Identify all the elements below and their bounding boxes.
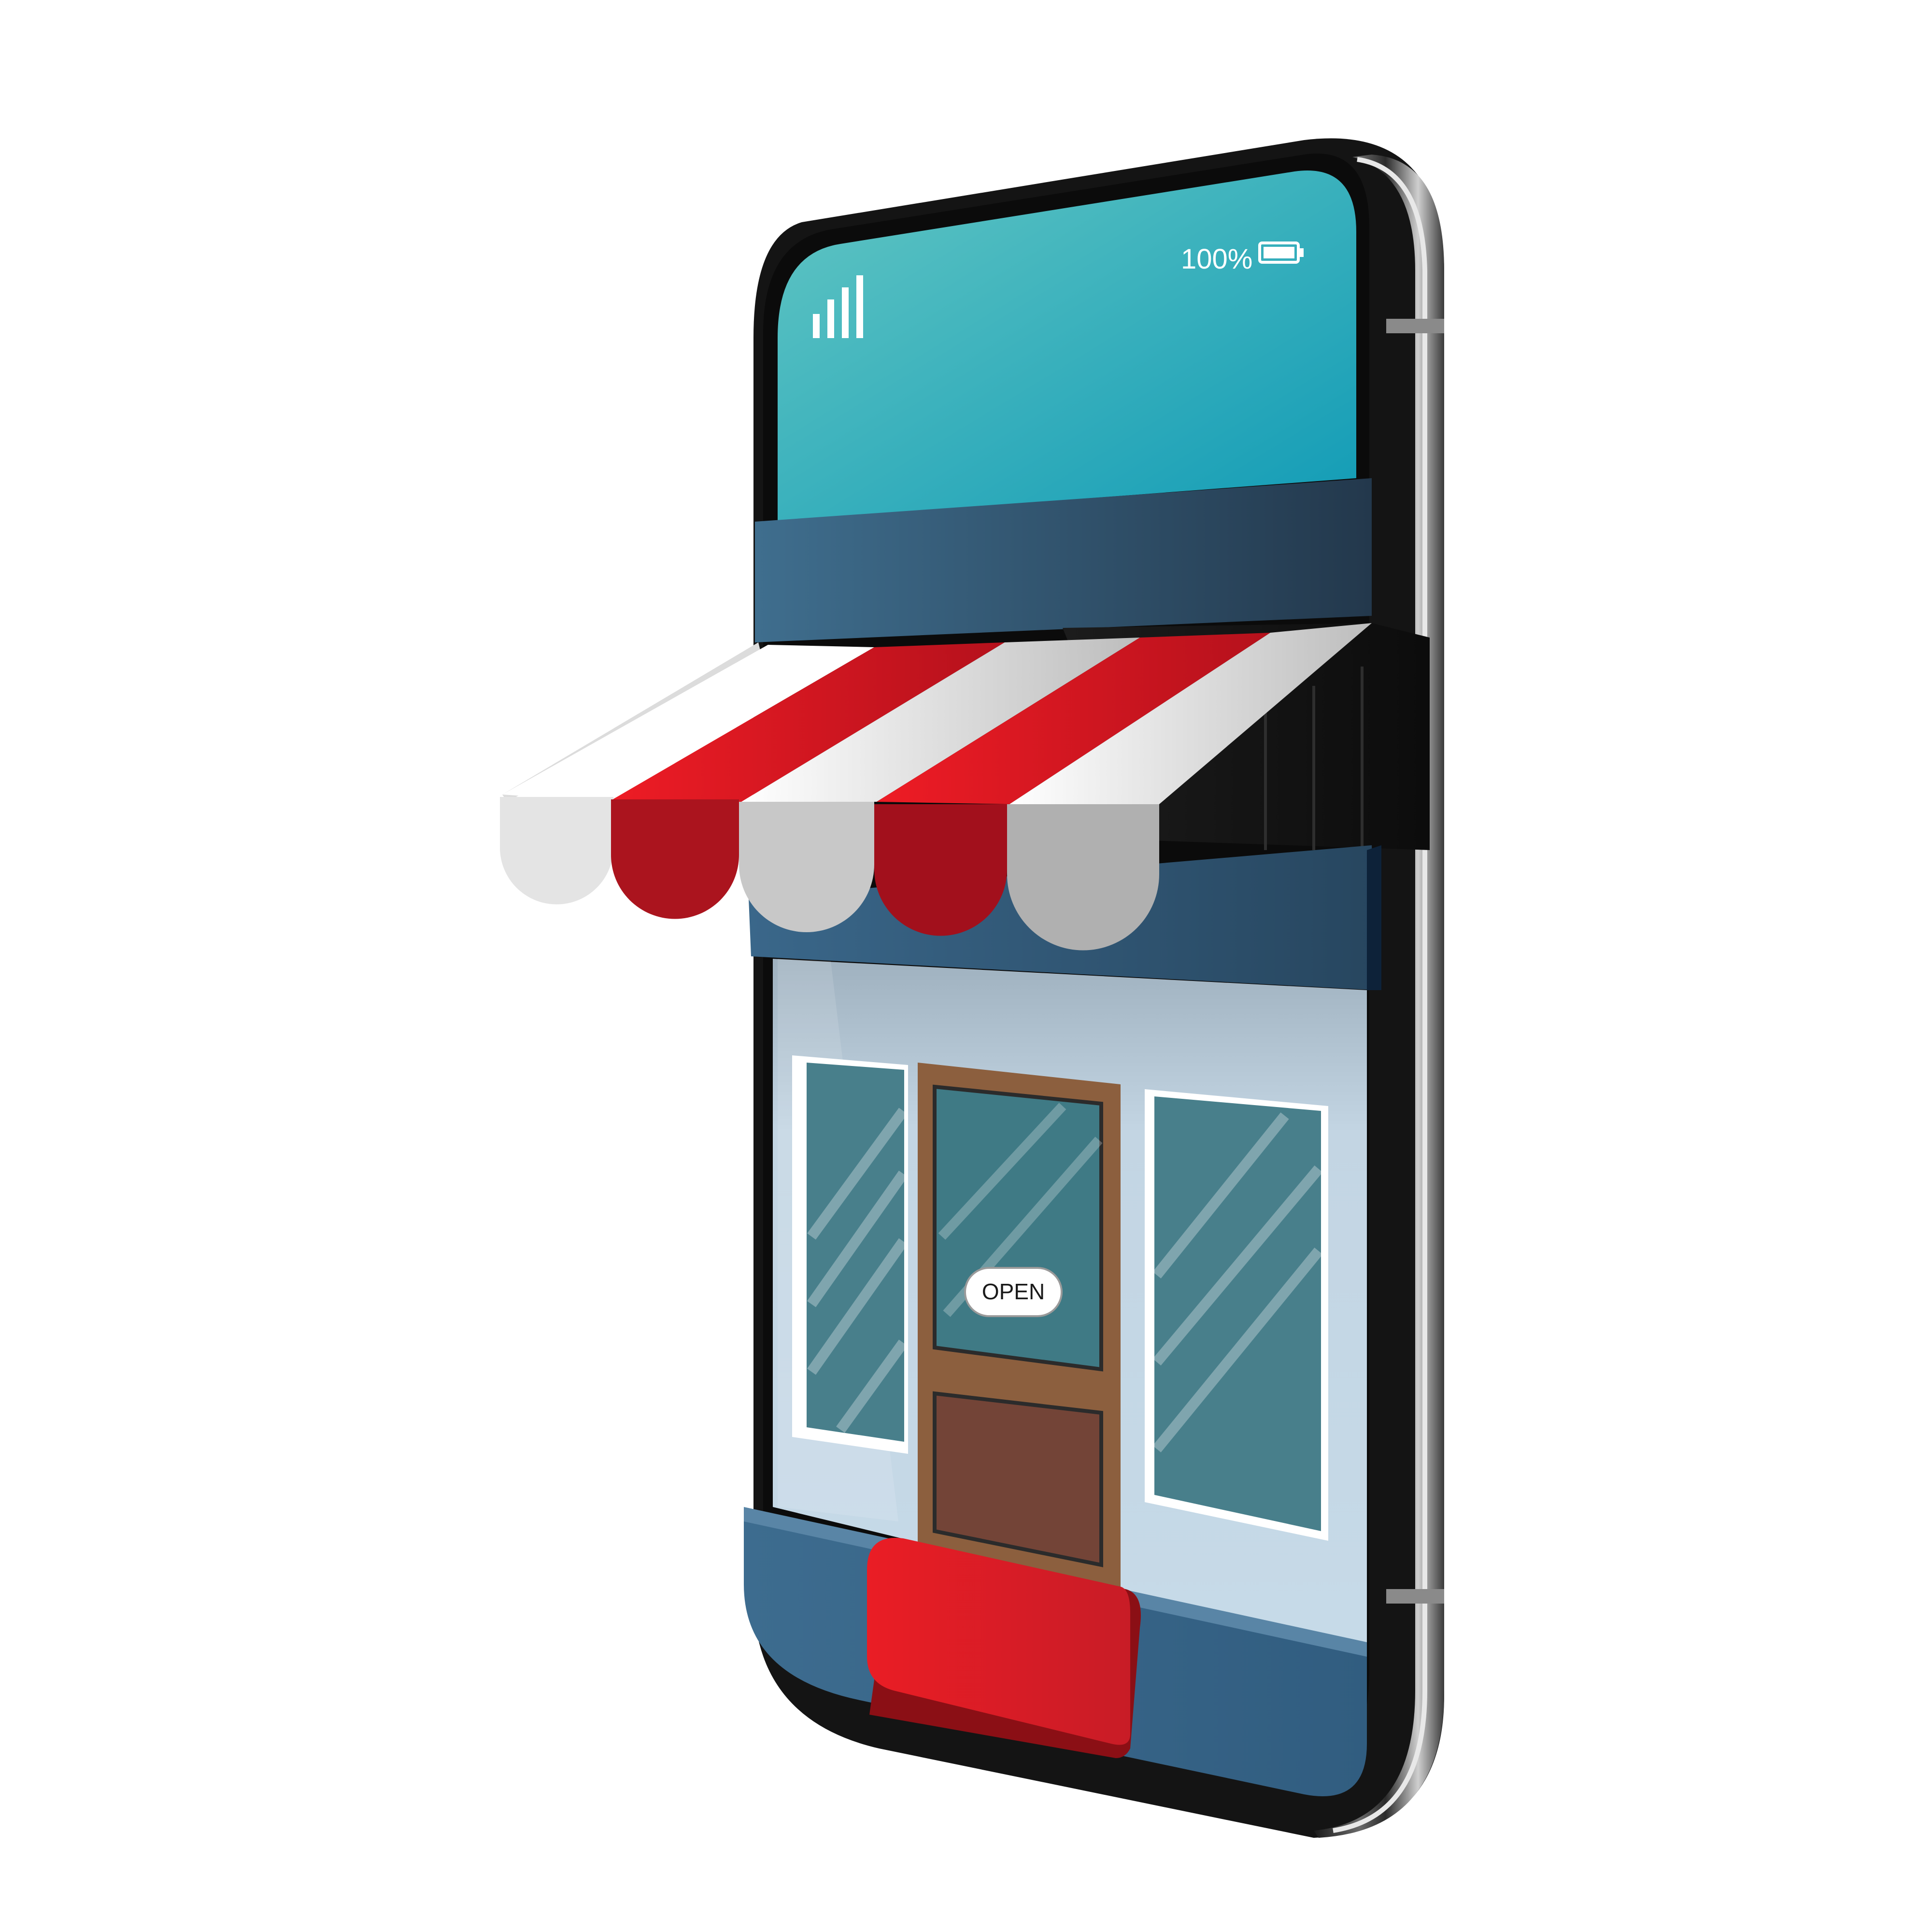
store-door[interactable] — [918, 1063, 1121, 1594]
battery-percentage: 100% — [1181, 243, 1252, 275]
side-button — [1386, 1589, 1444, 1604]
awning-scallop — [739, 802, 874, 932]
open-sign-text: OPEN — [982, 1279, 1045, 1304]
awning-scallop — [874, 804, 1007, 936]
left-window — [792, 1055, 908, 1454]
awning-scallop — [611, 799, 739, 919]
right-window — [1145, 1089, 1328, 1541]
illustration-canvas: 100% OPEN — [500, 138, 1444, 1838]
awning-scallop — [500, 797, 613, 905]
open-sign: OPEN — [964, 1267, 1063, 1317]
awning-scallop — [1007, 804, 1159, 951]
phone-storefront-illustration: 100% OPEN — [0, 0, 1932, 1932]
side-button — [1386, 319, 1444, 333]
